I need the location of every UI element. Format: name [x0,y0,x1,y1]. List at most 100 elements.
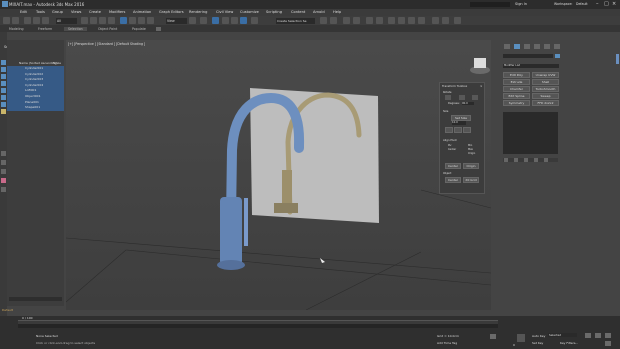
menu-edit[interactable]: Edit [20,10,27,14]
tab-populate[interactable]: Populate [132,27,146,31]
pivot-center-button[interactable]: Center [445,163,461,169]
modifier-button-ffd[interactable]: FFD 2x2x2 [532,100,559,106]
schematic-view-icon[interactable] [376,17,383,24]
menu-help[interactable]: Help [333,10,341,14]
ribbon-options-icon[interactable] [156,26,161,31]
select-icon[interactable] [1,60,6,65]
modifier-button-edit-spline[interactable]: Edit Spline [503,93,530,99]
menu-customize[interactable]: Customize [240,10,259,14]
pan-icon[interactable] [595,333,601,338]
column-name-header[interactable]: Name (Sorted Ascending) [19,61,58,65]
modifier-button-shell[interactable]: Shell [532,79,559,85]
align-icon[interactable] [330,17,337,24]
command-panel-scrollbar[interactable] [616,54,619,64]
modifier-button-chamfer[interactable]: Chamfer [503,86,530,92]
tab-modeling[interactable]: Modeling [9,27,24,31]
set-key-button[interactable]: Set Key [532,341,543,345]
filter-bones-icon[interactable] [1,169,6,174]
modifier-stack[interactable] [503,112,558,154]
object-grid-button[interactable]: X0 Grid [463,177,479,183]
degrees-spinner[interactable]: 90.0 [462,101,474,105]
hierarchy-tab-icon[interactable] [524,44,530,49]
size-z-button[interactable] [463,127,471,133]
mirror-icon[interactable] [320,17,327,24]
menu-arnold[interactable]: Arnold [313,10,325,14]
named-selection-set-dropdown[interactable]: Create Selection Se [276,17,315,24]
select-manipulate-icon[interactable] [200,17,207,24]
select-move-icon[interactable] [120,17,127,24]
menu-tools[interactable]: Tools [36,10,45,14]
pivot-option-center[interactable]: Center [448,148,456,151]
filter-cameras-icon[interactable] [1,151,6,156]
modifier-button-unwrap[interactable]: Unwrap UVW [532,72,559,78]
toggle-ribbon-icon[interactable] [353,17,360,24]
size-x-button[interactable] [445,127,453,133]
modifier-button-symmetry[interactable]: Symmetry [503,100,530,106]
menu-views[interactable]: Views [71,10,81,14]
add-time-tag-button[interactable]: Add Time Tag [437,341,457,345]
display-none-icon[interactable] [1,67,6,72]
filter-containers-icon[interactable] [1,178,6,183]
object-name-field[interactable] [503,54,553,58]
track-bar[interactable] [18,324,498,328]
play-icon[interactable] [490,334,496,339]
invert-display-icon[interactable] [1,81,6,86]
filter-lights-icon[interactable] [1,109,6,114]
pin-stack-icon[interactable] [504,158,508,162]
auto-key-button[interactable]: Auto Key [532,334,545,338]
pivot-option-piv[interactable]: Piv [448,144,451,147]
list-item[interactable]: Shape001 [7,105,64,111]
minimize-button[interactable]: – [596,1,599,7]
bind-space-warp-icon[interactable] [42,17,49,24]
select-object-icon[interactable] [81,17,88,24]
create-tab-icon[interactable] [504,44,510,49]
menu-modifiers[interactable]: Modifiers [109,10,125,14]
render-setup-icon[interactable] [398,17,405,24]
column-frozen-header[interactable]: Froze [53,61,61,65]
render-production-icon[interactable] [418,17,425,24]
size-y-button[interactable] [454,127,462,133]
rendered-frame-window-icon[interactable] [408,17,415,24]
modifier-list-dropdown[interactable]: Modifier List [503,64,559,68]
menu-animation[interactable]: Animation [133,10,151,14]
window-crossing-icon[interactable] [108,17,115,24]
select-rotate-icon[interactable] [129,17,136,24]
filter-helpers-icon[interactable] [1,160,6,165]
modifier-button-sweep[interactable]: Sweep [532,93,559,99]
motion-tab-icon[interactable] [534,44,540,49]
zoom-icon[interactable] [585,333,591,338]
rectangle-selection-icon[interactable] [99,17,106,24]
reference-coordinate-dropdown[interactable]: View [166,17,187,24]
orbit-icon[interactable] [605,333,611,338]
pivot-center-icon[interactable] [189,17,196,24]
render-in-cloud-icon[interactable] [432,17,439,24]
undo-icon[interactable] [3,17,10,24]
key-filters-button[interactable]: Key Filters... [560,341,578,345]
make-unique-icon[interactable] [524,158,528,162]
maximize-button[interactable]: □ [604,1,609,7]
link-icon[interactable] [24,17,31,24]
filter-particles-icon[interactable] [1,187,6,192]
spinner-snap-icon[interactable] [240,17,247,24]
tab-selection[interactable]: Selection [64,26,87,31]
snaps-toggle-icon[interactable] [212,17,219,24]
rotate-cw-icon[interactable] [459,95,465,100]
menu-graph-editors[interactable]: Graph Editors [159,10,184,14]
modifier-button-extrude[interactable]: Extrude [503,79,530,85]
pivot-option-min[interactable]: Min [468,144,472,147]
menu-scripting[interactable]: Scripting [266,10,282,14]
object-color-swatch[interactable] [555,54,560,58]
rotate-flip-icon[interactable] [472,95,478,100]
pivot-option-max[interactable]: Max [468,148,473,151]
edit-named-selection-icon[interactable] [251,17,258,24]
layer-explorer-icon[interactable] [343,17,350,24]
show-end-result-icon[interactable] [514,158,518,162]
filter-shapes-icon[interactable] [1,102,6,107]
maximize-viewport-icon[interactable] [605,341,611,346]
pivot-origin-button[interactable]: Origin [463,163,479,169]
perspective-viewport[interactable]: [+] [Perspective ] [Standard ] [Default … [66,40,491,310]
selection-filter-dropdown[interactable]: All [56,17,77,24]
search-field[interactable] [470,1,510,7]
key-selected-dropdown[interactable]: Selected [548,333,577,337]
tab-freeform[interactable]: Freeform [38,27,52,31]
